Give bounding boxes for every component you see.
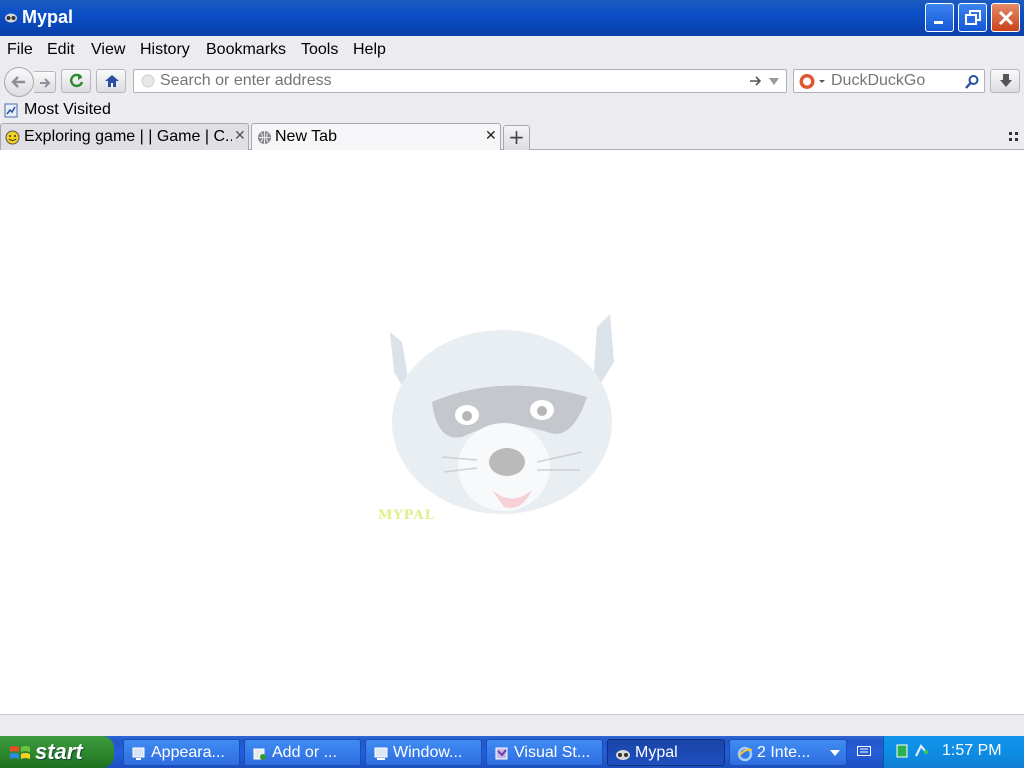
mypal-raccoon-logo [390,314,614,514]
new-tab-button[interactable]: + [503,125,530,150]
task-label: Mypal [635,744,678,761]
minimize-button[interactable] [925,3,954,32]
list-all-tabs-icon[interactable] [1009,132,1019,142]
reload-icon [70,73,84,88]
menu-history[interactable]: History [140,41,190,59]
window-titlebar[interactable]: Mypal [0,0,1024,36]
home-button[interactable] [96,69,126,93]
restore-icon [965,10,981,25]
close-icon [998,10,1014,26]
dropdown-arrow-icon[interactable] [768,77,780,87]
network-icon[interactable] [914,744,928,758]
tab-strip: Exploring game | | Game | C... ✕ New Tab… [0,122,1024,151]
taskbar-button-mypal[interactable]: Mypal [607,739,725,766]
add-remove-programs-icon [253,748,266,760]
menu-bookmarks[interactable]: Bookmarks [206,41,286,59]
status-bar [0,714,1024,736]
system-tray: 1:57 PM [883,736,1024,768]
tray-app-icon[interactable] [896,744,908,758]
task-label: 2 Inte... [757,744,811,761]
globe-favicon-icon [258,131,271,144]
minimize-icon [934,21,943,24]
forward-button[interactable] [34,71,56,93]
menu-help[interactable]: Help [353,41,386,59]
window-title: Mypal [22,7,74,27]
internet-explorer-icon [737,746,753,762]
menu-tools[interactable]: Tools [301,41,338,59]
group-dropdown-icon [830,750,840,756]
start-label: start [35,739,83,764]
tab-label: Exploring game | | Game | C... [24,128,232,145]
windows-explorer-icon [374,747,388,760]
tab-close-icon[interactable]: ✕ [234,128,246,144]
keyboard-language-icon[interactable] [857,746,871,756]
navigation-toolbar [0,64,1024,98]
tab-close-icon[interactable]: ✕ [485,128,497,144]
task-label: Appeara... [151,744,225,761]
tab-exploring-game[interactable]: Exploring game | | Game | C... ✕ [0,123,249,150]
back-button[interactable] [4,67,34,97]
home-icon [105,75,119,87]
address-bar[interactable] [133,69,787,93]
bookmarks-toolbar: Most Visited [0,98,1024,122]
tab-label: New Tab [275,128,337,145]
start-button[interactable]: start [0,736,114,768]
task-label: Window... [393,744,463,761]
task-label: Visual St... [514,744,591,761]
mypal-app-icon [5,13,17,23]
windows-flag-icon [10,746,30,759]
search-icon[interactable] [964,74,980,90]
mypal-icon [616,750,630,760]
forward-arrow-icon [40,78,51,88]
go-arrow-icon[interactable] [749,75,763,87]
taskbar-button-add-remove[interactable]: Add or ... [244,739,361,766]
address-input[interactable] [160,72,740,90]
menu-bar: File Edit View History Bookmarks Tools H… [0,36,1024,64]
clock[interactable]: 1:57 PM [942,742,1002,760]
task-label: Add or ... [272,744,337,761]
menu-file[interactable]: File [7,41,33,59]
search-input[interactable] [831,72,961,90]
reload-button[interactable] [61,69,91,93]
taskbar-group-internet-explorer[interactable]: 2 Inte... [729,739,847,766]
page-globe-icon [141,74,155,88]
duckduckgo-icon[interactable] [798,73,828,90]
download-arrow-icon [1000,74,1012,87]
menu-view[interactable]: View [91,41,125,59]
search-bar[interactable] [793,69,985,93]
bookmark-most-visited[interactable]: Most Visited [24,101,111,119]
windows-taskbar: start Appeara... Add or ... Window... Vi… [0,736,1024,768]
most-visited-folder-icon [4,103,18,118]
visual-studio-icon [495,747,508,760]
taskbar-button-appearance[interactable]: Appeara... [123,739,240,766]
tab-new-tab[interactable]: New Tab ✕ [251,123,501,151]
display-properties-icon [132,747,145,760]
menu-edit[interactable]: Edit [47,41,75,59]
taskbar-button-windows[interactable]: Window... [365,739,482,766]
mypal-logo-text: MYPAL [378,508,435,523]
page-content: MYPAL [0,150,1024,714]
close-button[interactable] [991,3,1020,32]
taskbar-button-visual-studio[interactable]: Visual St... [486,739,603,766]
restore-button[interactable] [958,3,987,32]
smiley-favicon-icon [5,130,20,145]
downloads-button[interactable] [990,69,1020,93]
back-arrow-icon [11,76,25,88]
